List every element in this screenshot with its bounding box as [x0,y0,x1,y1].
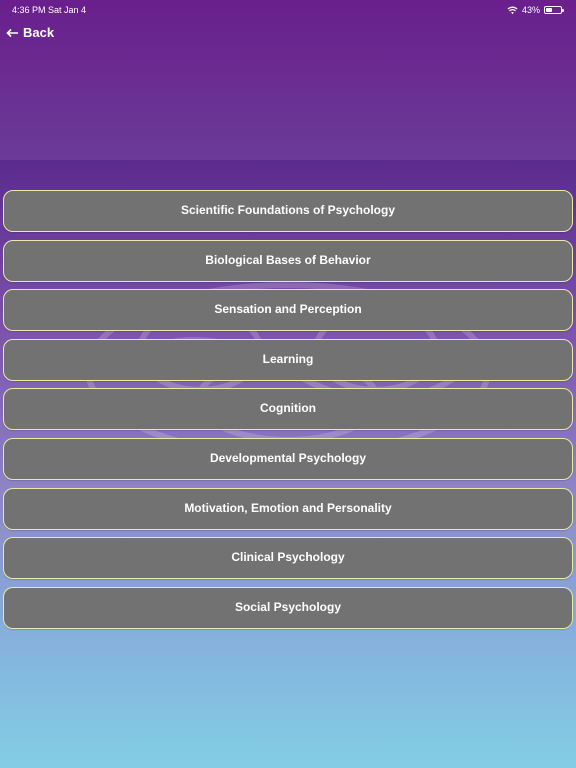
status-bar: 4:36 PM Sat Jan 4 43% [0,0,576,20]
battery-tip [562,9,564,12]
topic-button-social[interactable]: Social Psychology [3,586,573,629]
topic-button-developmental[interactable]: Developmental Psychology [3,437,573,480]
back-arrow-icon [6,28,18,38]
topic-button-cognition[interactable]: Cognition [3,388,573,431]
topic-button-sensation-perception[interactable]: Sensation and Perception [3,289,573,332]
topic-button-biological-bases[interactable]: Biological Bases of Behavior [3,239,573,282]
back-button[interactable]: Back [6,24,54,42]
wifi-icon [507,6,518,14]
status-indicators: 43% [507,0,564,20]
back-button-label: Back [23,25,55,40]
battery-percent: 43% [521,5,540,15]
topic-button-motivation-emotion-personality[interactable]: Motivation, Emotion and Personality [3,487,573,530]
topic-button-scientific-foundations[interactable]: Scientific Foundations of Psychology [3,190,573,232]
battery-icon [544,6,564,14]
battery-level-fill [546,8,553,12]
topic-button-learning[interactable]: Learning [3,338,573,381]
header-banner [0,0,576,160]
topic-button-clinical[interactable]: Clinical Psychology [3,537,573,580]
status-time-date: 4:36 PM Sat Jan 4 [12,5,87,15]
topic-list: Scientific Foundations of Psychology Bio… [3,190,573,636]
